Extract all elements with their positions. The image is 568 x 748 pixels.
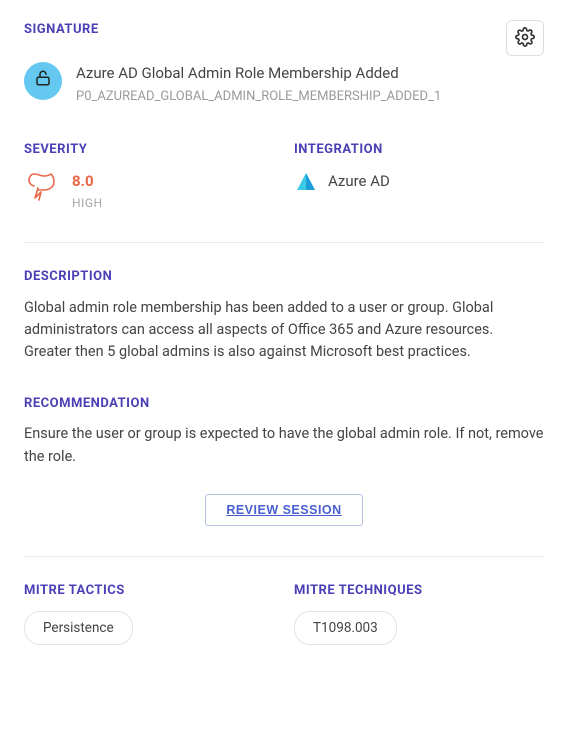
mitre-tactics-label: MITRE TACTICS (24, 581, 274, 601)
severity-icon (24, 170, 58, 202)
mitre-tactic-tag[interactable]: Persistence (24, 611, 133, 645)
severity-label: SEVERITY (24, 140, 274, 160)
divider (24, 242, 544, 243)
signature-id: P0_AZUREAD_GLOBAL_ADMIN_ROLE_MEMBERSHIP_… (76, 87, 544, 107)
mitre-techniques-label: MITRE TECHNIQUES (294, 581, 544, 601)
mitre-technique-tag[interactable]: T1098.003 (294, 611, 397, 645)
signature-label: SIGNATURE (24, 20, 99, 40)
gear-icon (515, 27, 535, 50)
azure-icon (294, 170, 318, 194)
description-text: Global admin role membership has been ad… (24, 297, 544, 364)
severity-level: HIGH (72, 194, 103, 212)
signature-title: Azure AD Global Admin Role Membership Ad… (76, 62, 544, 85)
severity-score: 8.0 (72, 170, 103, 193)
review-session-button[interactable]: REVIEW SESSION (205, 494, 362, 526)
integration-name: Azure AD (328, 170, 390, 193)
divider (24, 556, 544, 557)
recommendation-text: Ensure the user or group is expected to … (24, 423, 544, 468)
signature-icon-badge (24, 62, 62, 100)
recommendation-label: RECOMMENDATION (24, 394, 544, 414)
settings-button[interactable] (506, 20, 544, 56)
integration-label: INTEGRATION (294, 140, 544, 160)
lock-icon (34, 69, 52, 94)
description-label: DESCRIPTION (24, 267, 544, 287)
